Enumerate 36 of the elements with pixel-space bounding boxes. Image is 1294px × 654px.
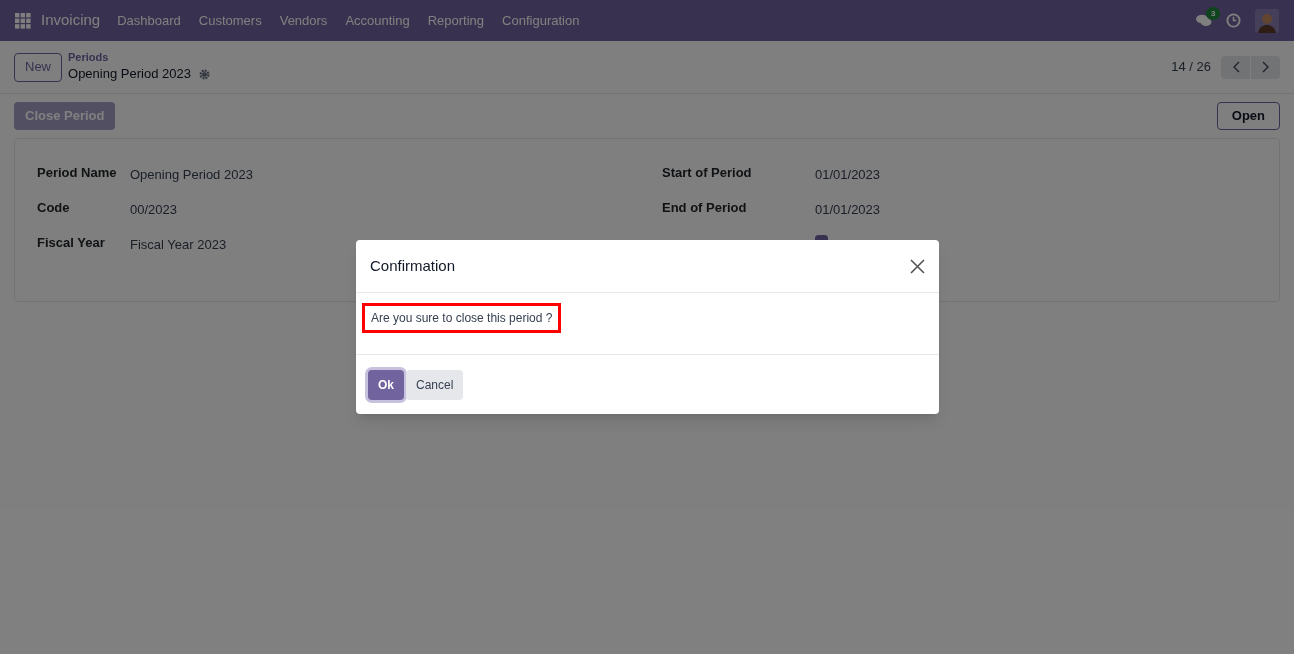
avatar-icon[interactable] [1255, 8, 1279, 33]
chevron-left-icon [1231, 61, 1240, 73]
next-button[interactable] [1251, 55, 1280, 79]
field-label: Fiscal Year [37, 234, 106, 252]
field-label: Start of Period [662, 164, 753, 182]
new-button[interactable]: New [14, 52, 62, 82]
notification-badge: 3 [1206, 6, 1221, 20]
app-name[interactable]: Invoicing [41, 9, 101, 32]
dialog-title: Confirmation [370, 255, 456, 276]
field-label: Period Name [37, 164, 118, 182]
apps-grid-icon[interactable] [15, 12, 31, 29]
cancel-button[interactable]: Cancel [406, 369, 464, 400]
breadcrumb-link[interactable]: Periods [68, 50, 210, 65]
previous-button[interactable] [1221, 55, 1250, 79]
menu-item[interactable]: Configuration [493, 10, 589, 31]
menu-item[interactable]: Customers [189, 10, 271, 31]
menu-item[interactable]: Reporting [418, 10, 494, 31]
pager-counter: 14 / 26 [1171, 58, 1211, 77]
field-value: 00/2023 [130, 201, 177, 219]
menu-item[interactable]: Accounting [336, 10, 419, 31]
clock-icon[interactable] [1226, 13, 1241, 28]
field-label: Code [37, 199, 71, 217]
menu-item[interactable]: Dashboard [108, 10, 190, 31]
close-icon[interactable] [910, 258, 925, 274]
dialog-message: Are you sure to close this period ? [362, 303, 562, 333]
field-value: 01/01/2023 [815, 166, 881, 184]
record-title: Opening Period 2023 [68, 65, 191, 84]
ok-button[interactable]: Ok [368, 369, 404, 400]
field-value: Fiscal Year 2023 [130, 236, 227, 254]
settings-icon[interactable] [198, 68, 210, 80]
field-label: End of Period [662, 199, 748, 217]
open-button[interactable]: Open [1216, 102, 1280, 130]
menu-item[interactable]: Vendors [270, 10, 337, 31]
field-value: 01/01/2023 [815, 201, 881, 219]
chevron-right-icon [1261, 61, 1270, 73]
field-value: Opening Period 2023 [130, 166, 253, 184]
